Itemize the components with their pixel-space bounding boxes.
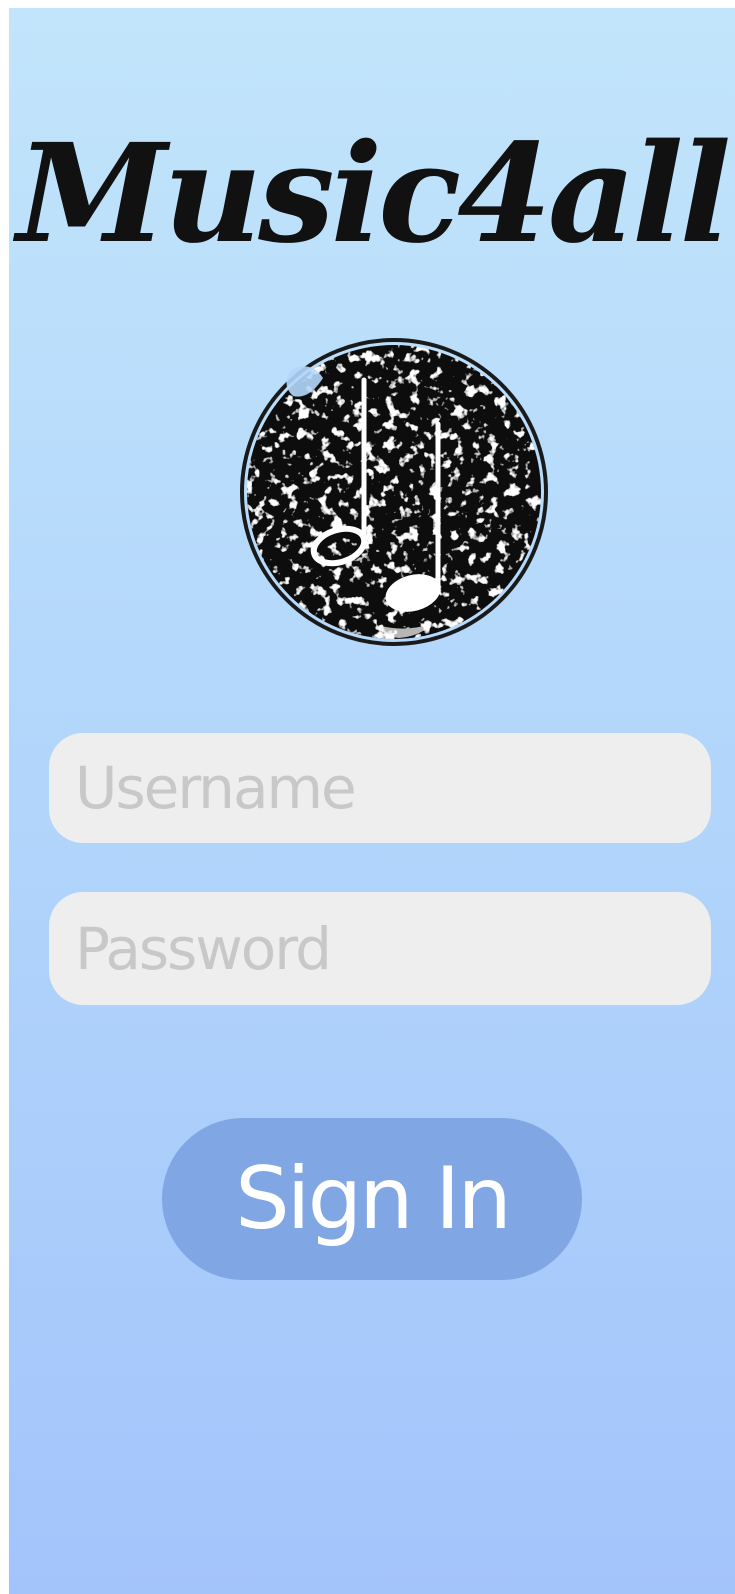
login-screen: Music4all Username Sign In: [9, 8, 735, 1594]
username-input[interactable]: [49, 733, 711, 843]
sign-in-button[interactable]: Sign In: [162, 1118, 582, 1280]
music-notes-icon: [231, 330, 551, 650]
app-title: Music4all: [16, 114, 732, 274]
password-input[interactable]: [49, 892, 711, 1005]
